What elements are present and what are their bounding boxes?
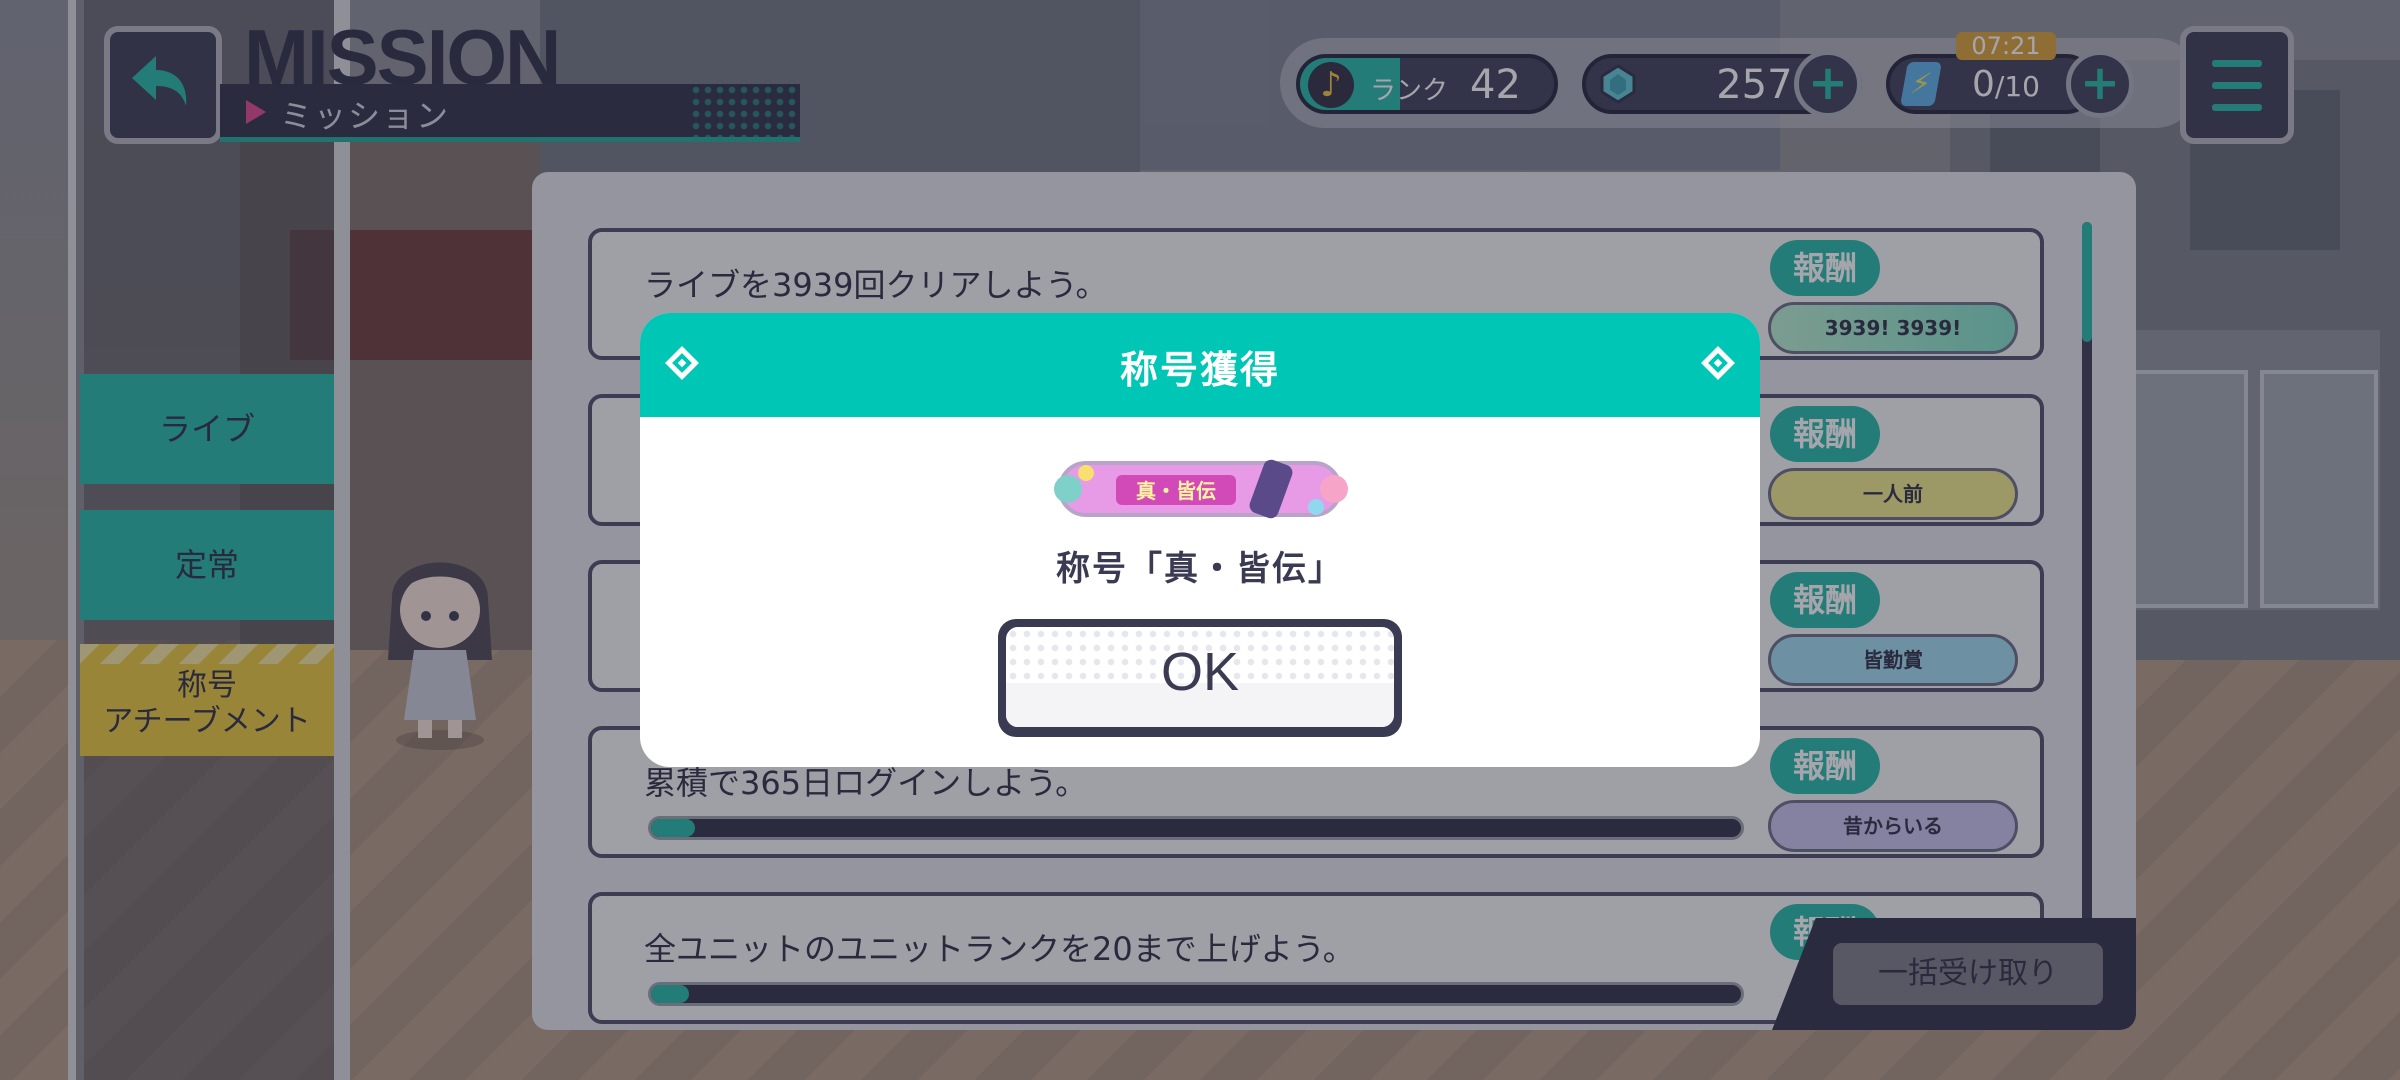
ok-button[interactable]: OK — [998, 619, 1402, 737]
dialog-title: 称号獲得 — [1119, 348, 1280, 392]
title-badge-image: 真・皆伝 — [1054, 459, 1348, 519]
dialog-header: 称号獲得 — [640, 313, 1760, 417]
acquired-title-name: 称号「真・皆伝」 — [1056, 549, 1344, 589]
title-acquired-dialog: 称号獲得 真・皆伝 称号「真・皆伝」 OK — [640, 313, 1760, 767]
badge-text: 真・皆伝 — [1136, 479, 1216, 503]
ok-button-label: OK — [1160, 642, 1240, 702]
